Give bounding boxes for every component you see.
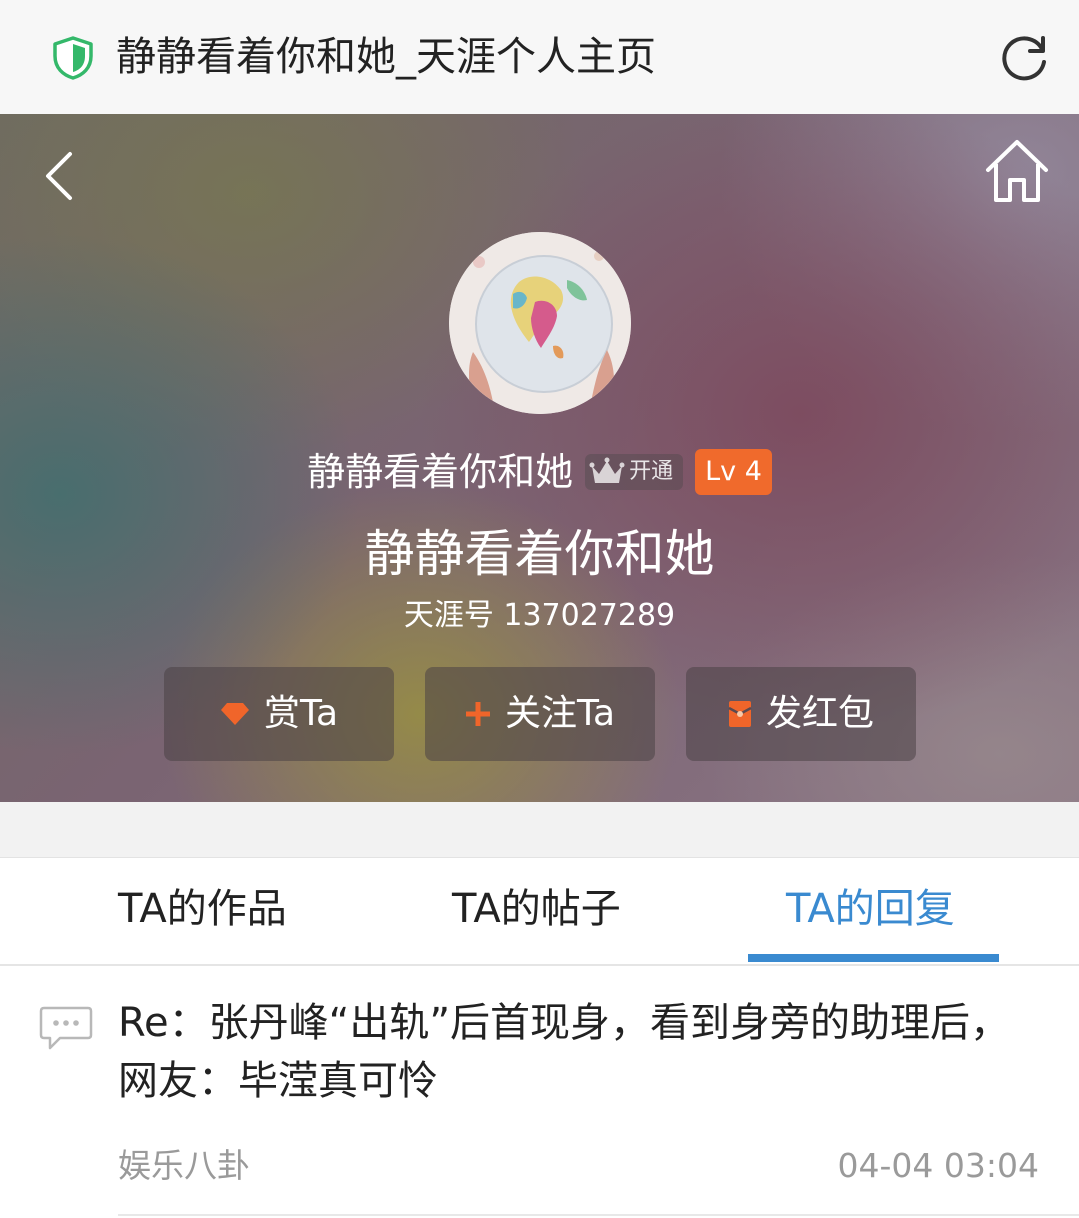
diamond-icon (220, 703, 249, 725)
follow-button-label: 关注Ta (504, 693, 616, 734)
shield-icon (53, 36, 93, 80)
red-packet-button-label: 发红包 (765, 693, 874, 734)
plus-icon (465, 702, 490, 726)
page-title: 静静看着你和她_天涯个人主页 (116, 34, 656, 80)
profile-header: 静静看着你和她 开通 Lv 4 静静看着你和她 天涯号 137027289 赏T… (0, 114, 1079, 802)
tab-posts[interactable]: TA的帖子 (452, 882, 621, 936)
divider (118, 1214, 1079, 1216)
avatar[interactable] (449, 232, 631, 414)
tab-replies[interactable]: TA的回复 (786, 882, 955, 936)
red-packet-icon (728, 701, 752, 727)
reply-category[interactable]: 娱乐八卦 (118, 1144, 250, 1188)
display-name: 静静看着你和她 (307, 450, 574, 494)
follow-button[interactable]: 关注Ta (425, 667, 655, 761)
profile-tabs: TA的作品 TA的帖子 TA的回复 (0, 858, 1079, 966)
home-icon[interactable] (982, 138, 1052, 204)
globe-avatar-image (449, 232, 631, 414)
section-gap (0, 802, 1079, 858)
reward-button[interactable]: 赏Ta (164, 667, 394, 761)
vip-label: 开通 (629, 459, 674, 484)
profile-name-row: 静静看着你和她 开通 Lv 4 (0, 444, 1079, 500)
tab-works[interactable]: TA的作品 (118, 882, 287, 936)
reward-button-label: 赏Ta (263, 693, 339, 734)
refresh-icon[interactable] (998, 32, 1050, 84)
level-badge: Lv 4 (695, 449, 772, 495)
tianya-id: 天涯号 137027289 (403, 598, 676, 633)
profile-nickname: 静静看着你和她 (364, 525, 715, 583)
crown-icon (589, 457, 625, 483)
reply-time: 04-04 03:04 (837, 1146, 1039, 1185)
back-arrow-icon[interactable] (38, 148, 82, 204)
browser-top-bar: 静静看着你和她_天涯个人主页 (0, 0, 1079, 115)
vip-badge[interactable]: 开通 (585, 454, 684, 490)
comment-icon (39, 1006, 93, 1050)
list-item[interactable]: Re：张丹峰“出轨”后首现身，看到身旁的助理后，网友：毕滢真可怜 娱乐八卦 04… (0, 966, 1079, 1218)
red-packet-button[interactable]: 发红包 (686, 667, 916, 761)
reply-title[interactable]: Re：张丹峰“出轨”后首现身，看到身旁的助理后，网友：毕滢真可怜 (118, 994, 1048, 1110)
active-tab-indicator (748, 954, 999, 962)
